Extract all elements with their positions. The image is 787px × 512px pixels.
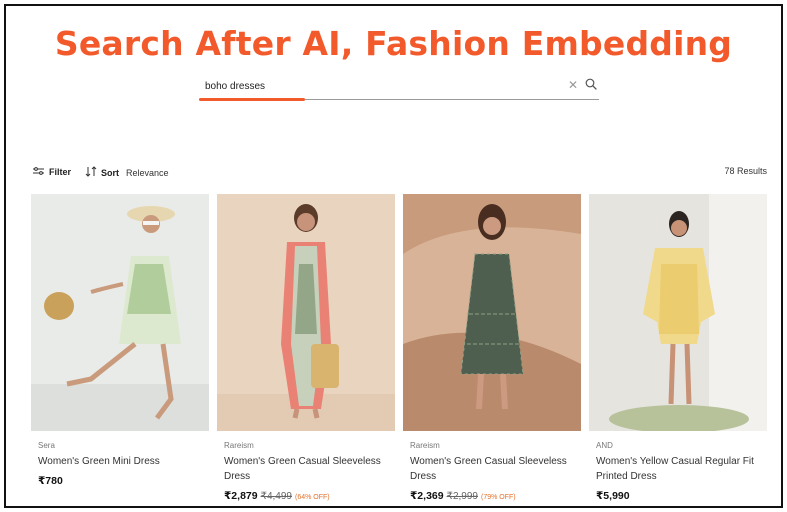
- product-brand: Sera: [38, 441, 55, 450]
- product-brand: AND: [596, 441, 613, 450]
- discount-badge: (64% OFF): [294, 494, 330, 501]
- product-title[interactable]: Women's Yellow Casual Regular Fit Printe…: [596, 454, 764, 484]
- product-price: ₹780: [38, 475, 63, 487]
- product-mrp: ₹4,499: [260, 491, 292, 502]
- page-frame: Search After AI, Fashion Embedding ✕ Fil…: [4, 4, 783, 508]
- product-title[interactable]: Women's Green Casual Sleeveless Dress: [410, 454, 578, 484]
- product-price: ₹5,990: [596, 490, 630, 502]
- search-input[interactable]: [205, 78, 545, 94]
- product-card[interactable]: AND Women's Yellow Casual Regular Fit Pr…: [589, 194, 767, 506]
- results-toolbar: Filter Sort Relevance 78 Results: [32, 166, 767, 182]
- price-row: ₹5,990: [596, 490, 630, 502]
- product-image[interactable]: [31, 194, 209, 431]
- sort-arrows-icon: [85, 166, 97, 179]
- sliders-icon: [32, 166, 45, 178]
- product-card[interactable]: Sera Women's Green Mini Dress ₹780: [31, 194, 209, 506]
- product-image[interactable]: [217, 194, 395, 431]
- product-image[interactable]: [403, 194, 581, 431]
- product-brand: Rareism: [224, 441, 254, 450]
- product-grid: Sera Women's Green Mini Dress ₹780 Rarei…: [31, 194, 767, 506]
- page-title: Search After AI, Fashion Embedding: [54, 24, 733, 63]
- product-price: ₹2,879: [224, 490, 258, 502]
- filter-label: Filter: [49, 167, 72, 177]
- close-icon[interactable]: ✕: [568, 78, 578, 92]
- product-image[interactable]: [589, 194, 767, 431]
- filter-button[interactable]: Filter: [32, 166, 71, 178]
- product-title[interactable]: Women's Green Mini Dress: [38, 454, 206, 469]
- search-bar[interactable]: ✕: [199, 70, 599, 101]
- price-row: ₹780: [38, 475, 63, 487]
- sort-value: Relevance: [126, 167, 169, 178]
- product-mrp: ₹2,999: [446, 491, 478, 502]
- search-icon[interactable]: [585, 77, 597, 95]
- discount-badge: (79% OFF): [480, 494, 516, 501]
- results-count: 78 Results: [724, 166, 767, 176]
- sort-label: Sort: [101, 167, 119, 178]
- price-row: ₹2,879 ₹4,499 (64% OFF): [224, 490, 330, 502]
- sort-button[interactable]: Sort Relevance: [85, 166, 169, 179]
- product-title[interactable]: Women's Green Casual Sleeveless Dress: [224, 454, 392, 484]
- product-price: ₹2,369: [410, 490, 444, 502]
- price-row: ₹2,369 ₹2,999 (79% OFF): [410, 490, 516, 502]
- search-active-underline: [199, 98, 305, 101]
- product-card[interactable]: Rareism Women's Green Casual Sleeveless …: [403, 194, 581, 506]
- product-card[interactable]: Rareism Women's Green Casual Sleeveless …: [217, 194, 395, 506]
- product-brand: Rareism: [410, 441, 440, 450]
